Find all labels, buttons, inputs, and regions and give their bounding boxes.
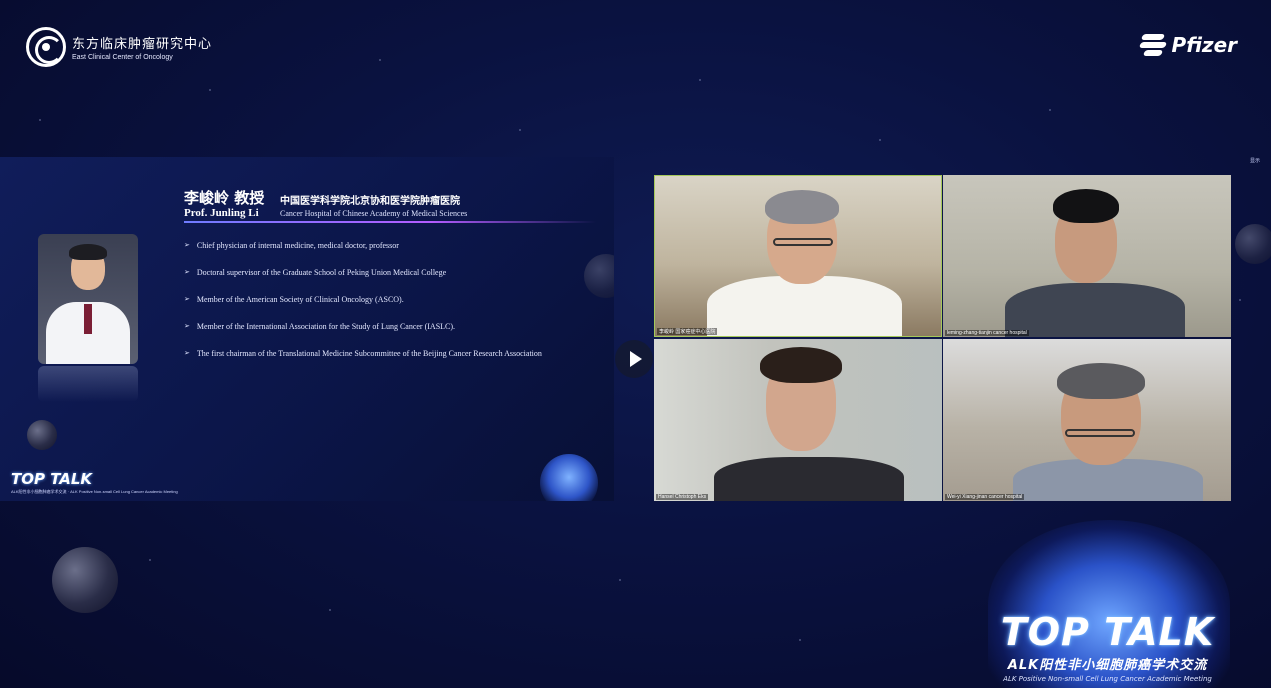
video-tile-2[interactable]: leming-zhang-tianjin cancer hospital — [943, 175, 1231, 337]
planet-decoration — [52, 547, 118, 613]
participant-name: Wei-yi Xiang-jinan cancer hospital — [945, 494, 1025, 500]
org-name-en: East Clinical Center of Oncology — [72, 54, 173, 61]
bio-item: ➢ Chief physician of internal medicine, m… — [184, 241, 542, 268]
speaker-photo — [38, 234, 138, 364]
slide-planet-decoration — [27, 420, 57, 450]
participant-name: Hansel Christoph Eks — [656, 494, 709, 500]
pfizer-wordmark: Pfizer — [1171, 33, 1237, 57]
shared-slide: 李峻岭 教授 Prof. Junling Li 中国医学科学院北京协和医学院肿瘤… — [0, 157, 614, 501]
banner-title: TOP TALK — [1000, 610, 1215, 654]
bullet-arrow-icon: ➢ — [184, 295, 190, 303]
speaker-name-cn: 李峻岭 教授 — [184, 189, 265, 207]
eccc-logo-icon — [26, 27, 66, 67]
pfizer-logo-icon — [1138, 30, 1168, 60]
slide-toptalk-logo: TOP TALK ALK阳性非小细胞肺癌学术交流 · ALK Positive … — [11, 470, 178, 494]
speaker-name-en: Prof. Junling Li — [184, 207, 259, 219]
banner-subtitle-cn: ALK阳性非小细胞肺癌学术交流 — [1007, 658, 1208, 673]
video-tile-3[interactable]: Hansel Christoph Eks — [654, 339, 942, 501]
video-tile-4[interactable]: Wei-yi Xiang-jinan cancer hospital — [943, 339, 1231, 501]
speaker-bio-list: ➢ Chief physician of internal medicine, m… — [184, 241, 542, 376]
bullet-arrow-icon: ➢ — [184, 241, 190, 249]
hospital-name-en: Cancer Hospital of Chinese Academy of Me… — [280, 209, 468, 218]
org-name-cn: 东方临床肿瘤研究中心 — [72, 36, 213, 51]
view-toggle-label[interactable]: 显示 — [1250, 157, 1260, 164]
bio-item: ➢ Doctoral supervisor of the Graduate Sch… — [184, 268, 542, 295]
participant-name: leming-zhang-tianjin cancer hospital — [945, 330, 1029, 336]
bio-item: ➢ Member of the American Society of Clini… — [184, 295, 542, 322]
play-button[interactable] — [615, 340, 653, 378]
hospital-name-cn: 中国医学科学院北京协和医学院肿瘤医院 — [280, 196, 460, 207]
video-tile-1[interactable]: 李峻岭 国家癌症中心医院 — [654, 175, 942, 337]
banner-subtitle-en: ALK Positive Non-small Cell Lung Cancer … — [1003, 675, 1212, 683]
title-divider — [184, 221, 596, 223]
pfizer-logo: Pfizer — [1138, 30, 1237, 60]
bullet-arrow-icon: ➢ — [184, 322, 190, 330]
eccc-logo: 东方临床肿瘤研究中心 East Clinical Center of Oncol… — [26, 27, 212, 67]
toptalk-banner: TOP TALK ALK阳性非小细胞肺癌学术交流 ALK Positive No… — [995, 612, 1220, 683]
speaker-photo-reflection — [38, 366, 138, 402]
slide-globe-decoration — [540, 454, 598, 501]
bullet-arrow-icon: ➢ — [184, 268, 190, 276]
bio-item: ➢ Member of the International Association… — [184, 322, 542, 349]
bio-item: ➢ The first chairman of the Translational… — [184, 349, 542, 376]
bullet-arrow-icon: ➢ — [184, 349, 190, 357]
participant-name: 李峻岭 国家癌症中心医院 — [657, 328, 718, 335]
slide-planet-decoration-right — [584, 254, 614, 298]
planet-decoration-small — [1235, 224, 1271, 264]
